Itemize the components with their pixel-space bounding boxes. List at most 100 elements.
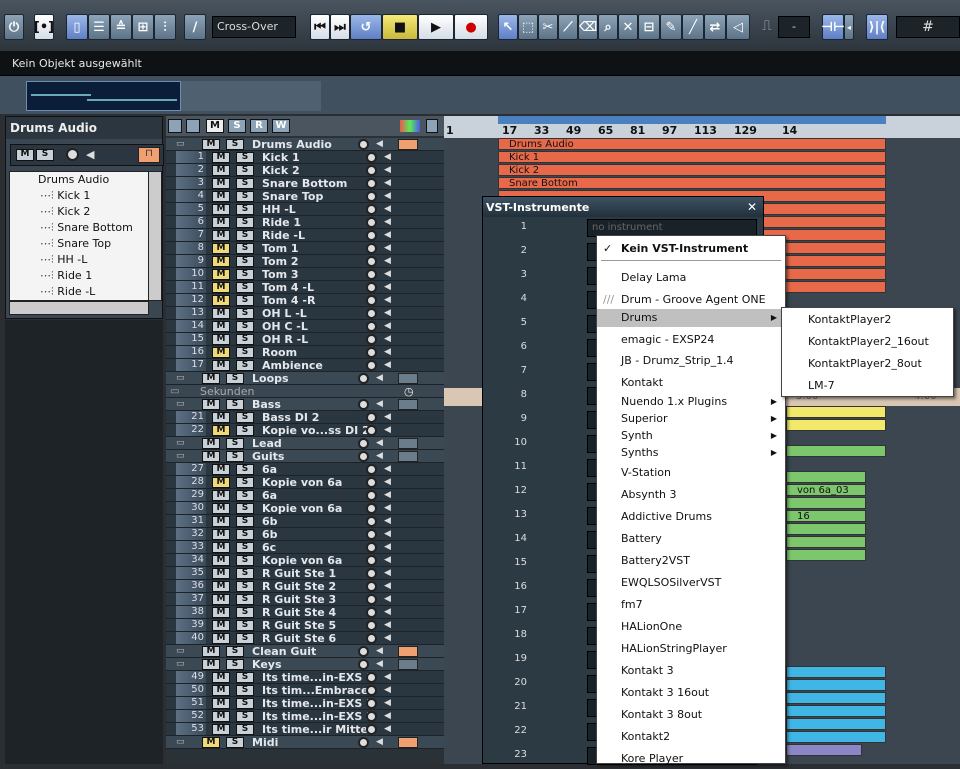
menu-item[interactable]: Synth ▶ [597,427,785,445]
monitor-icon[interactable]: ◀ [384,711,391,721]
folder-track-row[interactable]: ▭ M S Lead ◀ [166,437,444,450]
global-read-button[interactable]: R [250,119,268,133]
folder-icon[interactable]: ▭ [176,646,185,656]
solo-button[interactable]: S [236,464,254,475]
solo-button[interactable]: S [226,438,244,449]
track-name[interactable]: Kopie von 6a [262,502,342,515]
menu-item[interactable]: Addictive Drums [597,508,785,526]
comp-tool[interactable]: ⊟ [638,14,660,40]
submenu-item[interactable]: LM-7 [782,376,953,396]
monitor-icon[interactable]: ◀ [376,737,383,747]
submenu-item[interactable]: KontaktPlayer2_8out [782,354,953,374]
mute-button[interactable]: M [212,204,230,215]
mute-button[interactable]: M [202,438,220,449]
track-row[interactable]: 6 M S Ride 1 ◀ [166,216,444,229]
track-name[interactable]: R Guit Ste 5 [262,619,336,632]
track-name[interactable]: 6a [262,463,277,476]
monitor-icon[interactable]: ◀ [384,204,391,214]
track-row[interactable]: 50 M S Its tim...Embracer ◀ [166,684,444,697]
folder-icon[interactable]: ▭ [176,399,185,409]
constrain-delay-button[interactable]: [•] [34,14,54,40]
menu-item[interactable]: V-Station [597,464,785,482]
monitor-icon[interactable]: ◀ [384,698,391,708]
monitor-icon[interactable]: ◀ [384,620,391,630]
overview-visible-range[interactable] [26,81,181,111]
audio-event[interactable] [786,731,886,743]
solo-button[interactable]: S [236,412,254,423]
solo-button[interactable]: S [236,672,254,683]
monitor-icon[interactable]: ◀ [384,295,391,305]
snap-zero-button[interactable]: ⟩|⟨ [866,14,888,40]
menu-item[interactable]: Delay Lama [597,269,785,287]
track-row[interactable]: 32 M S 6b ◀ [166,528,444,541]
track-name[interactable]: Tom 4 -L [262,281,314,294]
mute-button[interactable]: M [212,542,230,553]
monitor-icon[interactable]: ◀ [384,321,391,331]
mute-button[interactable]: M [212,672,230,683]
record-enable-button[interactable] [366,685,377,696]
track-row[interactable]: 28 M S Kopie von 6a ◀ [166,476,444,489]
audio-event[interactable] [786,523,866,535]
monitor-icon[interactable]: ◀ [384,633,391,643]
record-enable-button[interactable] [366,633,377,644]
track-name[interactable]: Clean Guit [252,645,316,658]
mute-button[interactable]: M [212,191,230,202]
mute-button[interactable]: M [202,646,220,657]
monitor-icon[interactable]: ◀ [384,685,391,695]
solo-button[interactable]: S [236,425,254,436]
menu-item[interactable]: Drums ▶ [597,309,785,327]
track-row[interactable]: 34 M S Kopie von 6a ◀ [166,554,444,567]
mute-button[interactable]: M [202,737,220,748]
solo-button[interactable]: S [236,568,254,579]
view-toggle-5[interactable]: ⫶ [154,14,176,40]
track-name[interactable]: Room [262,346,297,359]
track-row[interactable]: 33 M S 6c ◀ [166,541,444,554]
record-enable-button[interactable] [366,529,377,540]
glue-tool[interactable]: ⟋ [558,14,578,40]
track-name[interactable]: Tom 1 [262,242,299,255]
track-row[interactable]: 11 M S Tom 4 -L ◀ [166,281,444,294]
audio-event[interactable]: von 6a_03 [786,484,866,496]
monitor-icon[interactable]: ◀ [384,477,391,487]
mute-button[interactable]: M [212,555,230,566]
menu-item[interactable]: ✓ Kein VST-Instrument [597,240,785,258]
tree-item[interactable]: ⋯⫶ Kick 1 [10,188,151,204]
menu-item[interactable]: EWQLSOSilverVST [597,574,785,592]
global-write-button[interactable]: W [272,119,290,133]
solo-button[interactable]: S [236,269,254,280]
solo-button[interactable]: S [236,620,254,631]
record-enable-button[interactable] [366,217,377,228]
record-enable-button[interactable] [366,321,377,332]
audio-event[interactable] [786,471,866,483]
audio-event[interactable] [786,536,866,548]
monitor-icon[interactable]: ◀ [384,256,391,266]
track-name[interactable]: Kopie vo...ss DI 2 [262,424,370,437]
solo-button[interactable]: S [236,165,254,176]
inspector-lock-icon[interactable]: ⊓ [138,147,160,163]
menu-item[interactable]: Superior ▶ [597,410,785,428]
tree-item[interactable]: ⋯⫶ Ride -L [10,284,151,300]
solo-button[interactable]: S [226,451,244,462]
view-toggle-4[interactable]: ⊞ [132,14,154,40]
record-enable-button[interactable] [366,711,377,722]
range-selection-tool[interactable]: ⬚ [518,14,538,40]
menu-item[interactable]: Kore Player [597,750,785,768]
solo-button[interactable]: S [236,607,254,618]
menu-item[interactable]: Synths ▶ [597,444,785,462]
folder-lock-icon[interactable] [398,373,418,384]
audio-event[interactable] [786,666,886,678]
mute-button[interactable]: M [212,347,230,358]
play-button[interactable]: ▶ [418,14,454,40]
mute-button[interactable]: M [212,321,230,332]
record-enable-button[interactable] [366,334,377,345]
record-enable-button[interactable] [366,269,377,280]
solo-button[interactable]: S [226,646,244,657]
monitor-icon[interactable]: ◀ [376,139,383,149]
mute-button[interactable]: M [212,464,230,475]
menu-item[interactable]: HALionOne [597,618,785,636]
menu-item[interactable]: Battery2VST [597,552,785,570]
menu-item[interactable]: Battery [597,530,785,548]
monitor-icon[interactable]: ◀ [384,165,391,175]
inspector-mute-button[interactable]: M [16,149,34,161]
timewarp-tool[interactable]: ⇄ [704,14,726,40]
